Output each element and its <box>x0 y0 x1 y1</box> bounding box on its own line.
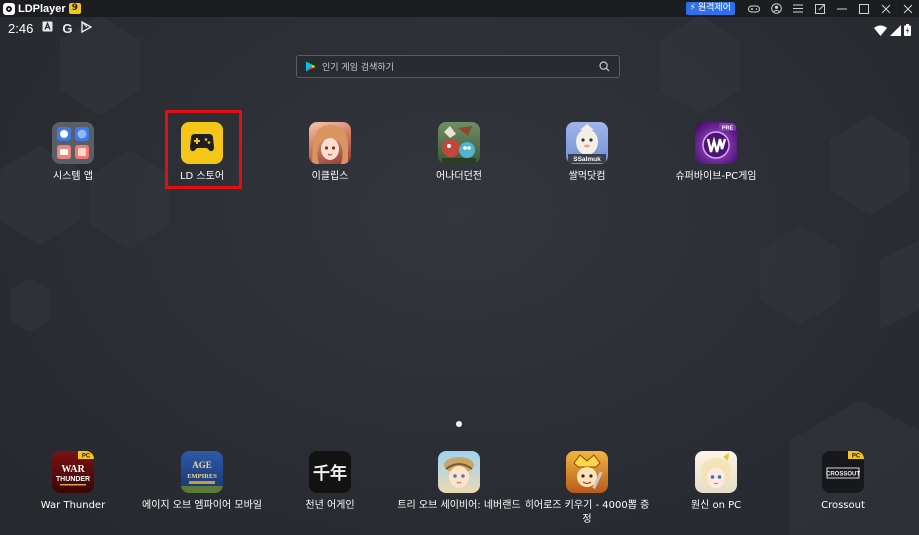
cheonnyeon-icon: 千年 <box>309 451 351 493</box>
wifi-icon <box>874 21 887 40</box>
thunder-text: THUNDER <box>56 476 90 483</box>
eclipse-game-icon <box>309 122 351 164</box>
app-eclipse[interactable]: 이클립스 <box>260 122 400 184</box>
app-label: War Thunder <box>40 500 106 511</box>
remote-control-label: 원격제어 <box>697 3 731 13</box>
bolt-icon: ⚡ <box>689 3 696 13</box>
app-label: 어나더던전 <box>436 171 482 182</box>
window-titlebar: LDPlayer 9 ⚡ 원격제어 <box>0 0 919 17</box>
app-tree-of-savior[interactable]: 트리 오브 세이비어: 네버랜드 <box>389 451 529 513</box>
signal-icon <box>890 21 901 40</box>
maximize-icon[interactable] <box>853 0 875 17</box>
crossout-text: CROSSOUT <box>826 472 860 478</box>
app-label: 쌀먹닷컴 <box>568 171 606 182</box>
remote-control-button[interactable]: ⚡ 원격제어 <box>685 2 735 15</box>
app-label: 이클립스 <box>311 171 349 182</box>
ldplayer-logo-icon <box>3 2 15 15</box>
app-age-of-empires[interactable]: AGE EMPIRES 에이지 오브 엠파이어 모바일 <box>132 451 272 513</box>
app-label: 시스템 앱 <box>53 171 93 182</box>
ld-store-highlight-box <box>165 110 242 189</box>
minimize-icon[interactable] <box>831 0 853 17</box>
cheon-text: 千年 <box>313 463 347 484</box>
ssalmeok-icon-text: SSalmuk <box>573 156 601 163</box>
app-system-apps[interactable]: 시스템 앱 <box>3 122 143 184</box>
google-play-icon <box>306 61 316 72</box>
app-ssalmeok[interactable]: SSalmuk 쌀먹닷컴 <box>517 122 657 184</box>
game-search-bar[interactable]: 인기 게임 검색하기 <box>296 55 620 78</box>
page-indicator-dot[interactable] <box>456 421 462 427</box>
app-label: 트리 오브 세이비어: 네버랜드 <box>397 500 521 511</box>
app-genshin[interactable]: 원신 on PC <box>646 451 786 513</box>
emulator-screen: LDPlayer 9 ⚡ 원격제어 2:46 G 인기 게임 검색하기 시스템 … <box>0 0 919 535</box>
app-heroes[interactable]: 히어로즈 키우기 - 4000뽑 증정 <box>517 451 657 527</box>
close-icon[interactable] <box>875 0 897 17</box>
version-badge: 9 <box>68 3 81 14</box>
popout-icon[interactable] <box>809 0 831 17</box>
war-text: WAR <box>61 464 85 475</box>
app-label: 원신 on PC <box>690 500 742 511</box>
android-status-bar: 2:46 G <box>0 17 919 39</box>
sidebar-toggle-icon[interactable] <box>897 0 919 17</box>
account-icon[interactable] <box>765 0 787 17</box>
title-controls: ⚡ 원격제어 <box>685 0 919 17</box>
app-label: Crossout <box>821 500 865 511</box>
age-text: AGE <box>192 460 212 470</box>
app-label: 히어로즈 키우기 - 4000뽑 증정 <box>524 500 650 525</box>
app-war-thunder[interactable]: PC WAR THUNDER War Thunder <box>3 451 143 513</box>
supervive-badge-text: PRE <box>722 125 734 131</box>
menu-icon[interactable] <box>787 0 809 17</box>
app-cheonnyeon[interactable]: 千年 천년 어게인 <box>260 451 400 513</box>
battery-icon <box>904 21 911 40</box>
tree-of-savior-icon <box>438 451 480 493</box>
search-icon[interactable] <box>599 61 610 72</box>
pc-badge-text: PC <box>82 454 91 460</box>
app-another-dungeon[interactable]: 어나더던전 <box>389 122 529 184</box>
another-dungeon-icon <box>438 122 480 164</box>
app-label: 슈퍼바이브-PC게임 <box>675 171 757 182</box>
play-store-icon <box>81 20 93 36</box>
search-placeholder: 인기 게임 검색하기 <box>322 63 394 73</box>
ssalmeok-icon: SSalmuk <box>566 122 608 164</box>
google-icon: G <box>62 20 73 36</box>
empires-text: EMPIRES <box>187 473 217 480</box>
status-right-icons <box>874 21 911 40</box>
system-apps-folder-icon <box>52 122 94 164</box>
a-icon <box>42 21 53 35</box>
status-clock: 2:46 <box>8 20 34 36</box>
app-supervive[interactable]: PRE 슈퍼바이브-PC게임 <box>646 122 786 184</box>
app-title: LDPlayer <box>18 2 66 15</box>
genshin-icon <box>695 451 737 493</box>
app-label: 천년 어게인 <box>305 500 355 511</box>
supervive-icon: PRE <box>695 122 737 164</box>
gamepad-icon[interactable] <box>743 0 765 17</box>
heroes-icon <box>566 451 608 493</box>
pc-badge-text: PC <box>852 454 861 460</box>
age-of-empires-icon: AGE EMPIRES <box>181 451 223 493</box>
app-label: 에이지 오브 엠파이어 모바일 <box>142 500 262 511</box>
war-thunder-icon: PC WAR THUNDER <box>52 451 94 493</box>
app-crossout[interactable]: PC CROSSOUT Crossout <box>773 451 913 513</box>
crossout-icon: PC CROSSOUT <box>822 451 864 493</box>
